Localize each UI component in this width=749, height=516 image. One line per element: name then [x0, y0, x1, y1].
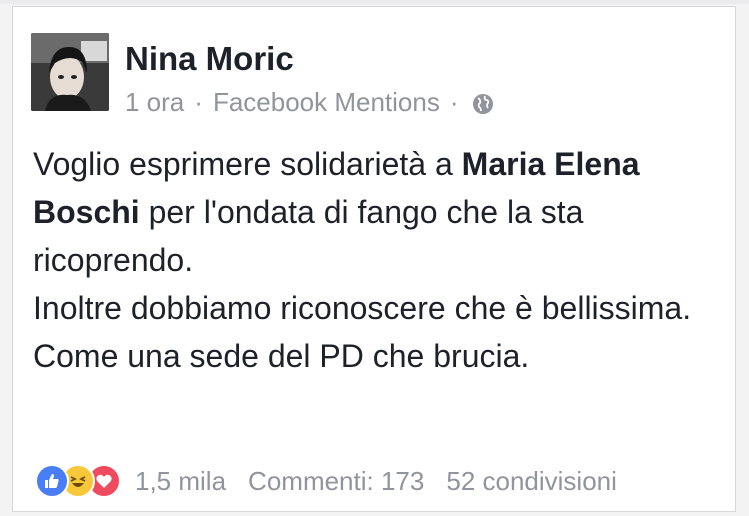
avatar[interactable]: [31, 33, 109, 111]
reaction-count[interactable]: 1,5 mila: [135, 466, 226, 497]
separator-dot: ·: [194, 87, 203, 117]
top-divider: [0, 0, 749, 4]
post-text: Voglio esprimere solidarietà a: [33, 146, 462, 182]
post-paragraph: Inoltre dobbiamo riconoscere che è belli…: [33, 290, 692, 326]
post-paragraph: Come una sede del PD che brucia.: [33, 338, 530, 374]
post-meta: Nina Moric 1 ora · Facebook Mentions ·: [125, 39, 495, 119]
separator-dot: ·: [449, 87, 459, 117]
reaction-icons[interactable]: [35, 464, 121, 498]
facebook-post-card: Nina Moric 1 ora · Facebook Mentions · V…: [12, 6, 736, 512]
author-name[interactable]: Nina Moric: [125, 39, 495, 79]
post-time[interactable]: 1 ora: [125, 85, 184, 119]
post-subline: 1 ora · Facebook Mentions ·: [125, 85, 495, 119]
profile-photo-icon: [31, 33, 109, 111]
shares-count[interactable]: 52 condivisioni: [446, 466, 617, 497]
post-footer: 1,5 mila Commenti: 173 52 condivisioni: [35, 464, 617, 498]
post-paragraph: Voglio esprimere solidarietà a Maria Ele…: [33, 140, 723, 284]
post-body: Voglio esprimere solidarietà a Maria Ele…: [33, 140, 723, 380]
post-header: Nina Moric 1 ora · Facebook Mentions ·: [31, 33, 495, 119]
like-icon: [35, 464, 69, 498]
comments-count[interactable]: Commenti: 173: [248, 466, 424, 497]
globe-icon[interactable]: [471, 90, 495, 114]
post-source[interactable]: Facebook Mentions: [213, 85, 440, 119]
